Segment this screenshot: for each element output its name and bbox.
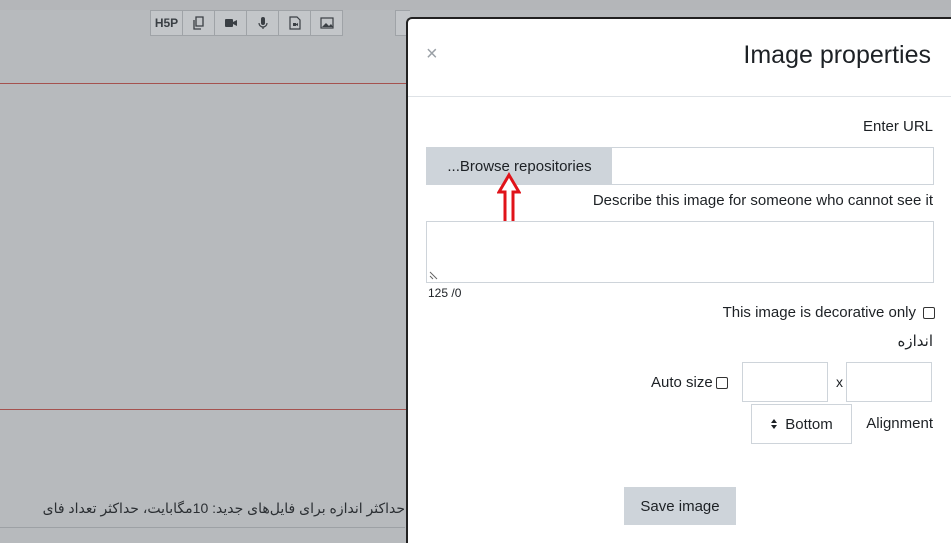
editor-top-border: [0, 83, 410, 84]
alignment-value: Bottom: [785, 415, 833, 433]
editor-bottom-border: [0, 409, 410, 410]
autosize-row: Auto size: [651, 374, 728, 391]
alt-text-label: Describe this image for someone who cann…: [592, 192, 933, 209]
max-size-note: حداکثر اندازه برای فایل‌های جدید: 10مگاب…: [42, 500, 405, 516]
h5p-button[interactable]: H5P: [150, 10, 183, 36]
size-separator: x: [836, 374, 843, 390]
footer-divider: [0, 527, 405, 528]
microphone-icon: [257, 17, 268, 29]
media-file-icon: [288, 16, 301, 30]
alignment-label: Alignment: [866, 415, 933, 432]
decorative-row: This image is decorative only: [723, 304, 935, 321]
decorative-label: This image is decorative only: [722, 304, 916, 321]
h5p-icon: H5P: [154, 16, 179, 30]
character-counter: 125 /0: [428, 286, 462, 300]
dialog-header: × Image properties: [408, 19, 951, 97]
resize-grip-icon[interactable]: [429, 271, 438, 280]
microphone-button[interactable]: [246, 10, 279, 36]
autosize-label: Auto size: [651, 374, 713, 391]
close-icon[interactable]: ×: [426, 43, 438, 66]
save-image-button[interactable]: Save image: [624, 487, 736, 525]
url-input[interactable]: [612, 148, 933, 184]
copy-icon: [192, 16, 204, 30]
image-button[interactable]: [310, 10, 343, 36]
image-properties-dialog: × Image properties Enter URL ...Browse r…: [406, 17, 951, 543]
size-label: اندازه: [897, 333, 934, 350]
media-file-button[interactable]: [278, 10, 311, 36]
top-strip: [0, 0, 951, 10]
copy-button[interactable]: [182, 10, 215, 36]
video-icon: [224, 19, 237, 27]
autosize-checkbox[interactable]: [715, 376, 728, 389]
image-icon: [319, 17, 334, 29]
url-label: Enter URL: [862, 118, 933, 135]
alt-text-textarea[interactable]: [426, 221, 934, 283]
height-input[interactable]: [846, 362, 932, 402]
dialog-title: Image properties: [743, 41, 931, 69]
decorative-checkbox[interactable]: [923, 306, 935, 319]
alignment-select[interactable]: Bottom: [751, 404, 852, 444]
sort-arrows-icon: [771, 419, 778, 429]
width-input[interactable]: [742, 362, 828, 402]
video-button[interactable]: [214, 10, 247, 36]
editor-toolbar: H5P: [150, 10, 343, 36]
